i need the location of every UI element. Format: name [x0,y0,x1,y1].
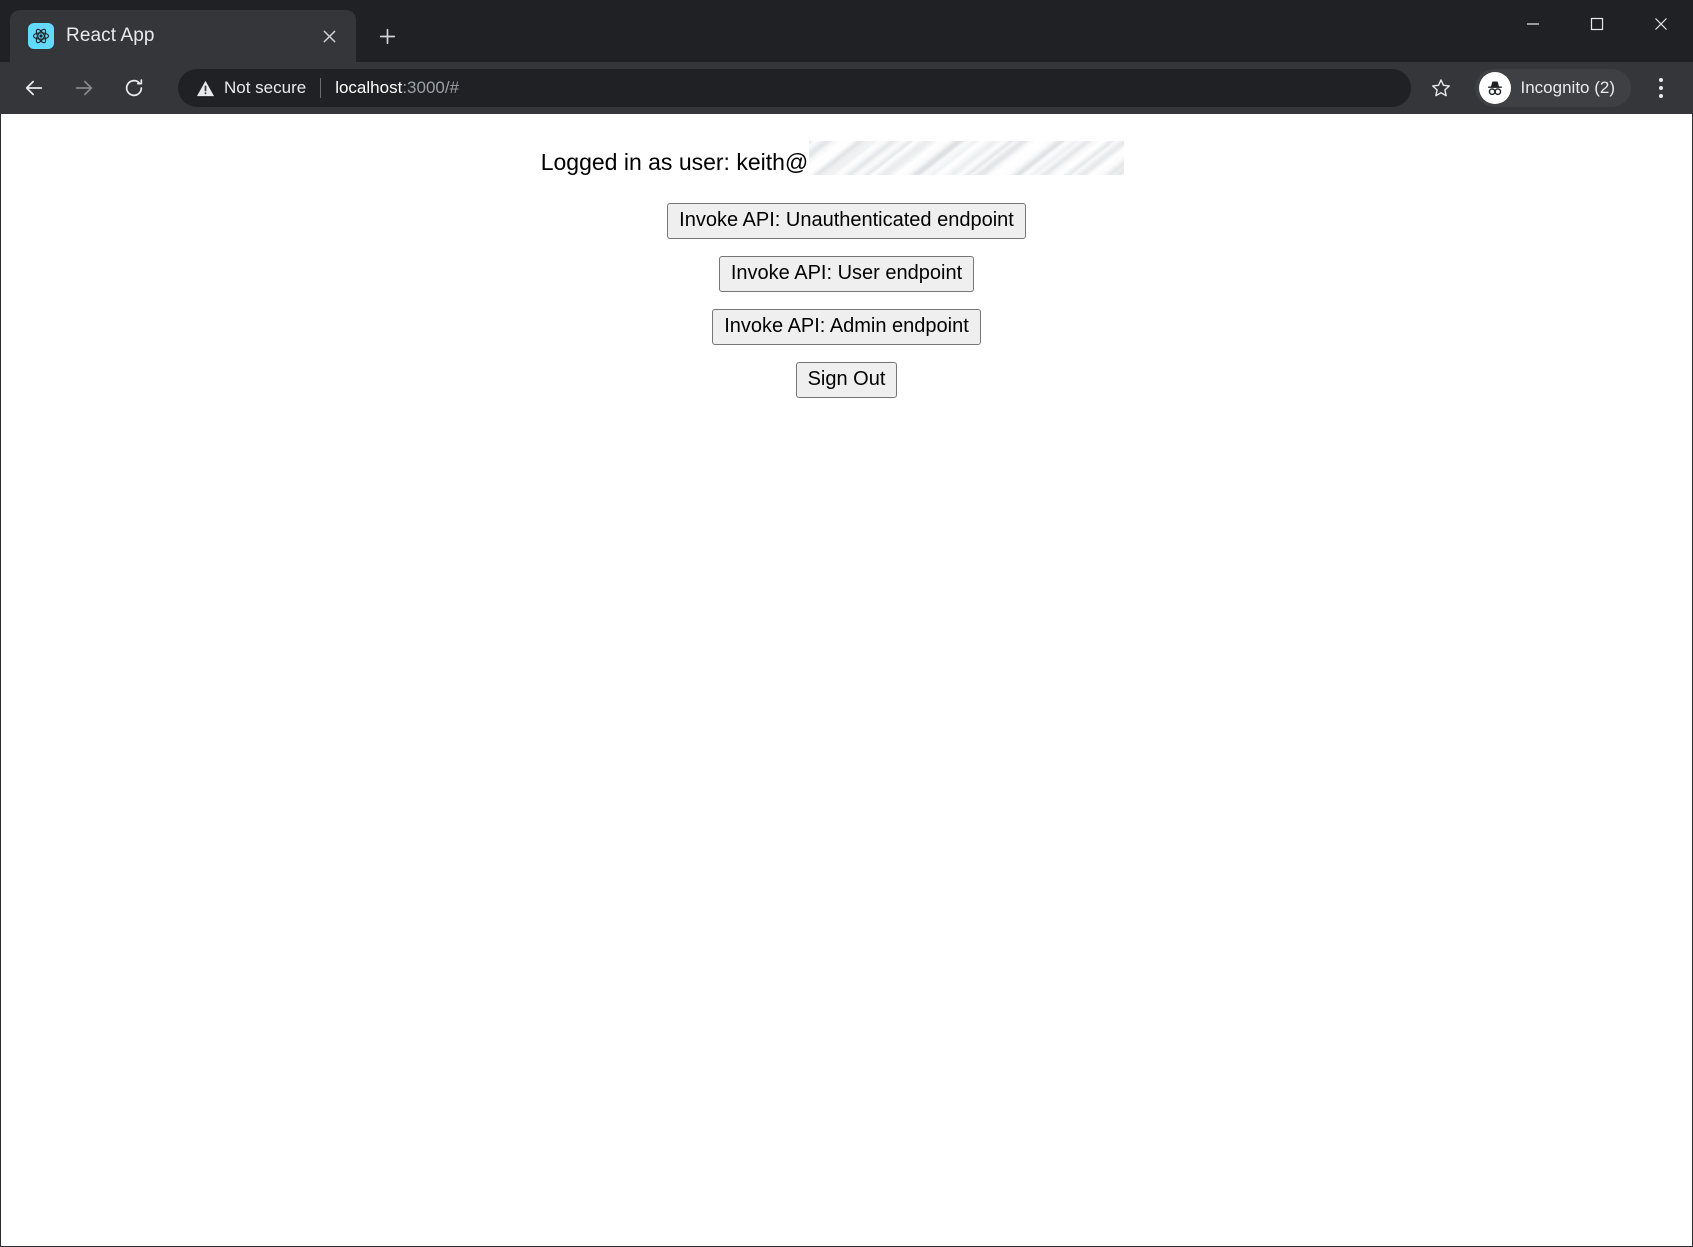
new-tab-button[interactable] [364,13,410,59]
invoke-unauthenticated-endpoint-button[interactable]: Invoke API: Unauthenticated endpoint [667,202,1026,239]
react-logo-icon [28,23,54,49]
security-status-text: Not secure [224,78,307,97]
window-caption-buttons [1501,0,1693,48]
invoke-admin-endpoint-button[interactable]: Invoke API: Admin endpoint [712,308,981,345]
sign-out-button[interactable]: Sign Out [795,361,898,398]
invoke-user-endpoint-button[interactable]: Invoke API: User endpoint [718,255,975,292]
warning-triangle-icon [196,80,215,96]
page-viewport: Logged in as user: keith@ Invoke API: Un… [0,114,1693,1247]
browser-toolbar: Not secure localhost:3000/# Incognito (2… [0,62,1693,114]
logged-in-status-text: Logged in as user: keith@ [540,149,809,175]
incognito-label: Incognito (2) [1520,78,1616,97]
three-dots [1659,78,1663,98]
incognito-profile-chip[interactable]: Incognito (2) [1474,69,1631,107]
bookmark-star-icon[interactable] [1421,68,1461,108]
incognito-hat-glasses-icon [1478,72,1511,104]
browser-window: React App Not secure localhost:3000/# In… [0,0,1693,1247]
browser-tab[interactable]: React App [10,10,356,62]
dot [1659,78,1663,82]
redacted-email-domain [809,141,1125,175]
url-host: localhost [335,78,403,97]
minimize-icon[interactable] [1501,0,1565,48]
logged-in-status: Logged in as user: keith@ [541,136,1125,177]
url-text: localhost:3000/# [335,78,1402,98]
react-app-root: Logged in as user: keith@ Invoke API: Un… [1,114,1692,398]
back-arrow-icon[interactable] [14,68,54,108]
tab-strip: React App [0,0,1693,62]
api-button-stack: Invoke API: Unauthenticated endpoint Inv… [1,202,1692,398]
tab-title: React App [66,25,155,46]
chrome-menu-icon[interactable] [1641,68,1681,108]
close-window-icon[interactable] [1629,0,1693,48]
reload-icon[interactable] [114,68,154,108]
forward-arrow-icon[interactable] [64,68,104,108]
dot [1659,94,1663,98]
close-icon[interactable] [314,21,344,51]
maximize-icon[interactable] [1565,0,1629,48]
omnibox-divider [320,78,322,98]
url-path: :3000/# [402,78,460,97]
site-security-chip[interactable]: Not secure [196,78,306,98]
dot [1659,86,1663,90]
address-bar[interactable]: Not secure localhost:3000/# [178,69,1411,107]
